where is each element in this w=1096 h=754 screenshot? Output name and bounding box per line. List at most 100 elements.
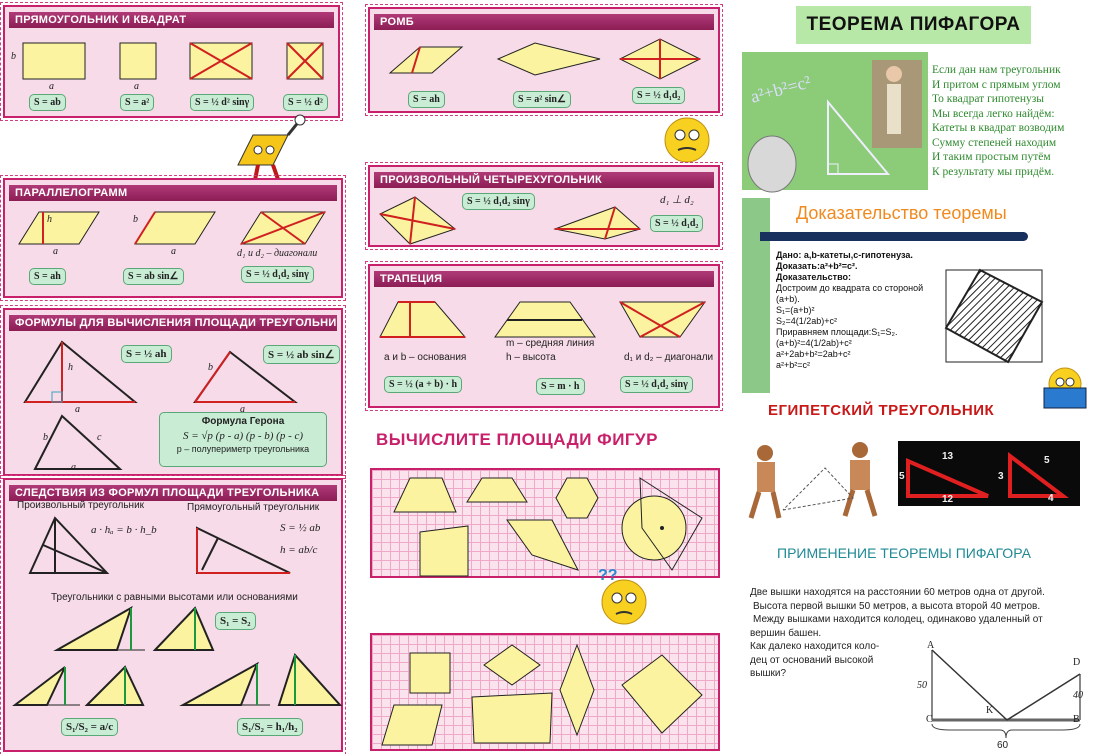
- panel-triangle-corollaries: СЛЕДСТВИЯ ИЗ ФОРМУЛ ПЛОЩАДИ ТРЕУГОЛЬНИКА…: [0, 475, 346, 754]
- point-d: D: [1073, 657, 1081, 668]
- label-b: b: [11, 51, 16, 62]
- formula-ratio-heights: S₁/S₂ = h₁/h₂: [237, 718, 303, 736]
- label-h: h: [68, 362, 73, 373]
- poem-line: И притом с прямым углом: [932, 78, 1061, 91]
- image-formula: a²+b²=c²: [748, 71, 813, 106]
- panel-title: ПРОИЗВОЛЬНЫЙ ЧЕТЫРЕХУГОЛЬНИК: [374, 172, 714, 188]
- heron-box: Формула Герона S = √p (p - a) (p - b) (p…: [159, 412, 327, 467]
- formula-rhombus-height: S = ah: [408, 91, 445, 108]
- point-k: K: [986, 705, 994, 716]
- exercise-shapes-2: [381, 643, 703, 746]
- panel-rectangle-square: ПРЯМОУГОЛЬНИК И КВАДРАТ b a a S = ab S =…: [0, 2, 343, 121]
- pythagoras-image: a²+b²=c²: [742, 52, 928, 193]
- note-bases: a и b – основания: [384, 352, 467, 363]
- formula-rectangle: S = ab: [29, 94, 66, 111]
- panel-title: ФОРМУЛЫ ДЛЯ ВЫЧИСЛЕНИЯ ПЛОЩАДИ ТРЕУГОЛЬН…: [9, 315, 337, 331]
- proof-line: S₂=4(1/2ab)+c²: [776, 316, 838, 326]
- exercise-shapes-1: [393, 477, 703, 577]
- height-50: 50: [917, 680, 927, 691]
- label-a: a: [49, 81, 54, 92]
- point-c: C: [926, 714, 933, 725]
- label-a: a: [134, 81, 139, 92]
- label-a: a: [75, 404, 80, 415]
- side-13: 13: [942, 451, 954, 462]
- formula-arbitrary: a · hₐ = b · h_b: [91, 524, 157, 536]
- exercise-grid-2: [370, 633, 720, 751]
- heron-note: p – полупериметр треугольника: [176, 444, 310, 454]
- label-equal-triangles: Треугольники с равными высотами или осно…: [51, 592, 298, 603]
- formula-rectangle-diagonal: S = ½ d² sinγ: [190, 94, 255, 111]
- label-a: a: [71, 462, 76, 473]
- proof-line: Дано: a,b-катеты,c-гипотенуза.: [776, 250, 913, 260]
- point-b: B: [1073, 714, 1080, 725]
- poem-line: Катеты в квадрат возводим: [932, 122, 1065, 134]
- poem-line: Мы всегда легко найдём:: [932, 107, 1055, 120]
- label-b: b: [43, 432, 48, 443]
- formula-trapezoid-bases: S = ½ (a + b) · h: [384, 376, 463, 393]
- question-smiley-icon: ??: [598, 567, 647, 625]
- panel-title: ПАРАЛЛЕЛОГРАММ: [9, 185, 337, 201]
- poem-line: И таким простым путём: [932, 151, 1051, 163]
- poem-line: Если дан нам треугольник: [932, 64, 1061, 76]
- problem-line: вершин башен.: [750, 627, 822, 639]
- egyptians-illustration: [748, 442, 878, 519]
- poem-line: Сумму степеней находим: [932, 136, 1057, 149]
- formula-square: S = a²: [120, 94, 155, 111]
- rectangle-diagrams: [22, 42, 324, 80]
- exercise-title: ВЫЧИСЛИТЕ ПЛОЩАДИ ФИГУР: [376, 430, 658, 449]
- heron-title: Формула Герона: [201, 416, 285, 427]
- formula-trapezoid-diagonals: S = ½ d₁d₂ sinγ: [620, 376, 693, 393]
- problem-line: Высота первой вышки 50 метров, а высота …: [753, 600, 1041, 612]
- formula-parallelogram-sin: S = ab sin∠: [123, 268, 184, 285]
- height-40: 40: [1073, 690, 1083, 701]
- note-height: h – высота: [506, 352, 556, 363]
- triangle-illustration: a²+b²=c²: [747, 60, 922, 193]
- panel-title: ТРАПЕЦИЯ: [374, 271, 714, 287]
- label-h: h: [47, 214, 52, 225]
- panel-title: СЛЕДСТВИЯ ИЗ ФОРМУЛ ПЛОЩАДИ ТРЕУГОЛЬНИКА: [9, 485, 337, 501]
- note-diagonals: d₁ и d₂ – диагонали: [624, 352, 714, 363]
- svg-text:??: ??: [598, 567, 618, 584]
- reading-smiley-icon: [1043, 367, 1087, 409]
- thinking-smiley-icon: [664, 117, 710, 163]
- formula-square-diagonal: S = ½ d²: [283, 94, 328, 111]
- rectangle-shape: [22, 42, 86, 80]
- proof-line: S₁=(a+b)²: [776, 305, 815, 315]
- side-5: 5: [899, 471, 905, 482]
- panel-title: РОМБ: [374, 14, 714, 30]
- problem-line: Две вышки находятся на расстоянии 60 мет…: [750, 587, 1045, 598]
- square-shape: [119, 42, 157, 80]
- panel-title: ПРЯМОУГОЛЬНИК И КВАДРАТ: [9, 12, 334, 28]
- formula-quad-sin: S = ½ d₁d₂ sinγ: [462, 193, 535, 210]
- corollary-diagrams: [12, 516, 343, 706]
- problem-line: Между вышками находится колодец, одинако…: [753, 614, 1043, 625]
- panel-triangle-area: ФОРМУЛЫ ДЛЯ ВЫЧИСЛЕНИЯ ПЛОЩАДИ ТРЕУГОЛЬН…: [0, 305, 346, 479]
- panel-rhombus: РОМБ S = ah S = a² sin∠ S = ½ d₁d₂: [365, 4, 723, 116]
- label-perpendicular: d₁ ⊥ d₂: [660, 194, 694, 206]
- proof-line: a²+b²=c²: [776, 360, 811, 370]
- label-b: b: [208, 362, 213, 373]
- poem: Если дан нам треугольник И притом с прям…: [932, 63, 1064, 179]
- formula-rhombus-sin: S = a² sin∠: [513, 91, 571, 108]
- heron-formula: S = √p (p - a) (p - b) (p - c): [182, 430, 304, 442]
- label-a: a: [171, 246, 176, 257]
- poem-line: То квадрат гипотенузы: [932, 93, 1044, 105]
- label-b: b: [133, 214, 138, 225]
- formula-equal-areas: S₁ = S₂: [215, 612, 256, 630]
- pythagoras-title: ТЕОРЕМА ПИФАГОРА: [796, 6, 1031, 44]
- proof-line: Доказать:a²+b²=c².: [776, 261, 858, 271]
- application-title: ПРИМЕНЕНИЕ ТЕОРЕМЫ ПИФАГОРА: [777, 545, 1031, 561]
- side-12: 12: [942, 494, 954, 505]
- formula-ratio-bases: S₁/S₂ = a/c: [61, 718, 119, 736]
- formula-right-area: S = ½ ab: [280, 522, 321, 534]
- label-c: c: [97, 432, 102, 443]
- formula-triangle-sin: S = ½ ab sin∠: [263, 345, 340, 364]
- side-4: 4: [1048, 493, 1054, 504]
- note-midline: m – средняя линия: [506, 338, 595, 349]
- proof-line: Приравняем площади:S₁=S₂.: [776, 327, 898, 337]
- proof-square-diagram: [944, 268, 1044, 364]
- point-a: A: [927, 640, 935, 651]
- side-5b: 5: [1044, 455, 1050, 466]
- distance-60: 60: [997, 740, 1009, 751]
- wells-diagram: [931, 649, 1081, 739]
